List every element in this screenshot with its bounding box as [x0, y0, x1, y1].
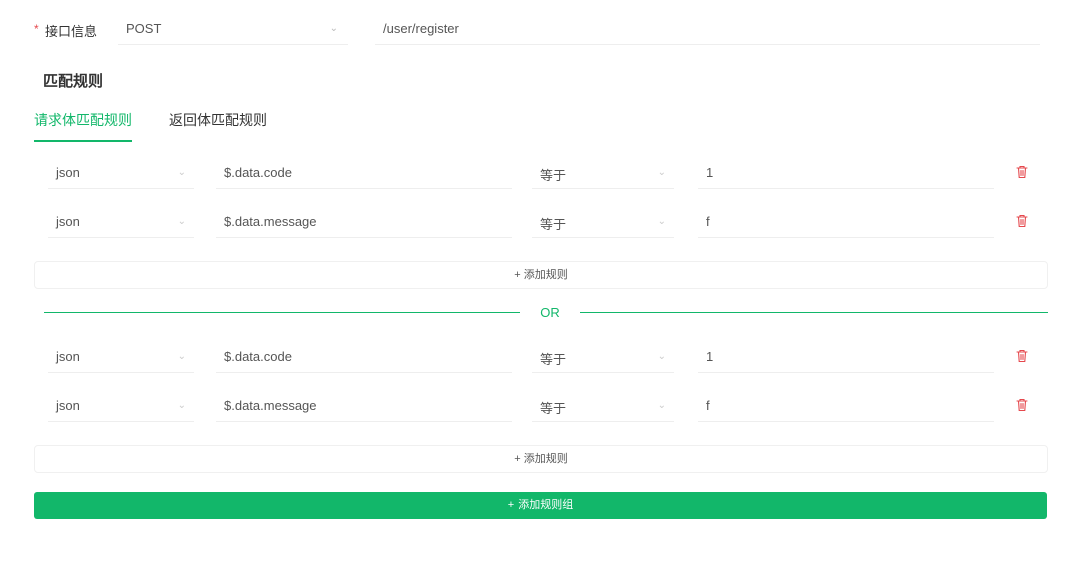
plus-icon: + — [514, 269, 521, 281]
match-type-value: json — [56, 349, 80, 364]
or-separator: OR — [540, 305, 560, 320]
chevron-down-icon: ⌄ — [657, 400, 666, 411]
json-path-value: $.data.message — [224, 398, 317, 413]
rule-row: json ⌄ $.data.code 等于 ⌄ 1 — [34, 338, 1048, 376]
operator-value: 等于 — [540, 168, 567, 183]
expected-value: f — [706, 398, 710, 413]
expected-value: 1 — [706, 165, 714, 180]
json-path-input[interactable]: $.data.code — [216, 158, 512, 189]
tab-response-body-rules[interactable]: 返回体匹配规则 — [169, 110, 267, 140]
match-type-select[interactable]: json ⌄ — [48, 391, 194, 422]
plus-icon: + — [507, 499, 515, 511]
expected-value-input[interactable]: 1 — [698, 158, 994, 189]
json-path-value: $.data.code — [224, 165, 292, 180]
plus-icon: + — [514, 453, 521, 465]
json-path-value: $.data.message — [224, 214, 317, 229]
rule-row: json ⌄ $.data.code 等于 ⌄ 1 — [34, 154, 1048, 192]
trash-icon[interactable] — [1014, 397, 1030, 413]
operator-select[interactable]: 等于 ⌄ — [532, 158, 674, 189]
match-type-select[interactable]: json ⌄ — [48, 342, 194, 373]
chevron-down-icon: ⌄ — [177, 400, 186, 411]
expected-value: f — [706, 214, 710, 229]
tab-request-body-rules[interactable]: 请求体匹配规则 — [34, 110, 132, 142]
path-input[interactable]: /user/register — [375, 14, 1040, 45]
section-title: 匹配规则 — [43, 73, 104, 90]
expected-value-input[interactable]: 1 — [698, 342, 994, 373]
json-path-input[interactable]: $.data.code — [216, 342, 512, 373]
operator-value: 等于 — [540, 401, 567, 416]
match-type-select[interactable]: json ⌄ — [48, 158, 194, 189]
required-mark: * — [34, 22, 39, 36]
add-rule-label: 添加规则 — [523, 453, 568, 465]
match-type-select[interactable]: json ⌄ — [48, 207, 194, 238]
chevron-down-icon: ⌄ — [177, 351, 186, 362]
chevron-down-icon: ⌄ — [177, 167, 186, 178]
method-value: POST — [126, 21, 162, 36]
path-value: /user/register — [383, 21, 459, 36]
chevron-down-icon: ⌄ — [329, 23, 338, 34]
json-path-input[interactable]: $.data.message — [216, 391, 512, 422]
add-rule-button[interactable]: + 添加规则 — [34, 261, 1048, 289]
chevron-down-icon: ⌄ — [657, 167, 666, 178]
chevron-down-icon: ⌄ — [657, 216, 666, 227]
trash-icon[interactable] — [1014, 213, 1030, 229]
add-rule-group-button[interactable]: + 添加规则组 — [34, 492, 1047, 519]
expected-value-input[interactable]: f — [698, 391, 994, 422]
rule-row: json ⌄ $.data.message 等于 ⌄ f — [34, 387, 1048, 425]
add-rule-label: 添加规则 — [523, 269, 568, 281]
match-type-value: json — [56, 214, 80, 229]
json-path-value: $.data.code — [224, 349, 292, 364]
chevron-down-icon: ⌄ — [657, 351, 666, 362]
rule-row: json ⌄ $.data.message 等于 ⌄ f — [34, 203, 1048, 241]
or-divider-left — [44, 312, 520, 313]
expected-value-input[interactable]: f — [698, 207, 994, 238]
operator-select[interactable]: 等于 ⌄ — [532, 391, 674, 422]
operator-select[interactable]: 等于 ⌄ — [532, 207, 674, 238]
match-type-value: json — [56, 165, 80, 180]
or-divider-right — [580, 312, 1048, 313]
method-select[interactable]: POST ⌄ — [118, 14, 348, 45]
add-rule-group-label: 添加规则组 — [518, 499, 574, 511]
add-rule-button[interactable]: + 添加规则 — [34, 445, 1048, 473]
trash-icon[interactable] — [1014, 348, 1030, 364]
operator-select[interactable]: 等于 ⌄ — [532, 342, 674, 373]
trash-icon[interactable] — [1014, 164, 1030, 180]
chevron-down-icon: ⌄ — [177, 216, 186, 227]
match-type-value: json — [56, 398, 80, 413]
operator-value: 等于 — [540, 352, 567, 367]
expected-value: 1 — [706, 349, 714, 364]
json-path-input[interactable]: $.data.message — [216, 207, 512, 238]
interface-info-label: 接口信息 — [45, 24, 98, 39]
operator-value: 等于 — [540, 217, 567, 232]
